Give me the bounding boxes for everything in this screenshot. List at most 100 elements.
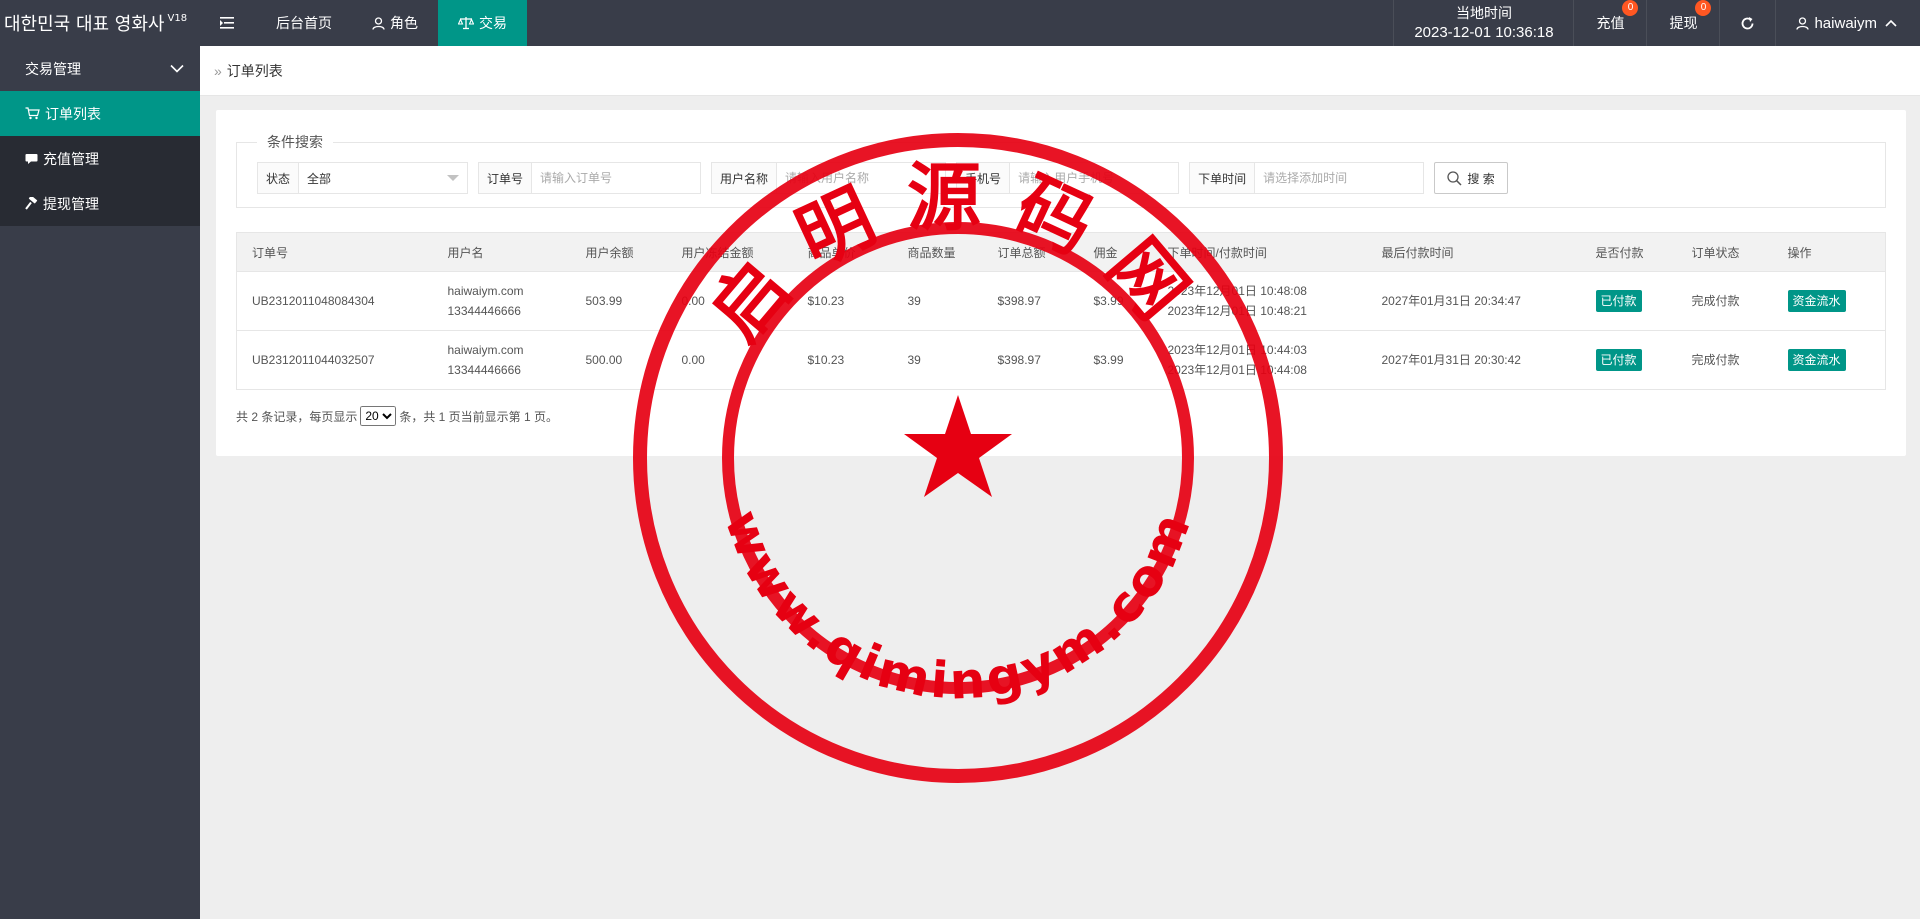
fund-flow-button[interactable]: 资金流水 <box>1787 349 1846 371</box>
search-button[interactable]: 搜 索 <box>1434 162 1509 194</box>
page-size-select[interactable]: 20 <box>360 406 397 426</box>
col-pay-status: 是否付款 <box>1580 232 1677 272</box>
breadcrumb-separator: » <box>214 62 222 79</box>
status-select[interactable]: 状态 全部 <box>257 162 469 194</box>
breadcrumb-current[interactable]: 订单列表 <box>227 61 283 81</box>
pagination: 共 2 条记录，每页显示 20 条，共 1 页当前显示第 1 页。 <box>236 406 558 426</box>
col-price: 商品单价 <box>792 232 893 272</box>
username-label: 用户名称 <box>712 163 778 193</box>
comment-icon <box>25 153 38 164</box>
sidebar-item-recharge[interactable]: 充值管理 <box>0 136 200 181</box>
username-input[interactable] <box>777 163 946 193</box>
sidebar-toggle-button[interactable] <box>200 0 256 46</box>
table-row: UB2312011044032507 haiwaiym.com 133444466… <box>236 330 1886 390</box>
search-panel: 条件搜索 状态 全部 订单号 用户名称 手 <box>236 132 1886 208</box>
nav-trade[interactable]: 交易 <box>438 0 527 46</box>
nav-trade-label: 交易 <box>479 15 507 31</box>
pagination-suffix: 条，共 1 页当前显示第 1 页。 <box>399 409 559 424</box>
cell-order-status: 完成付款 <box>1676 271 1773 331</box>
top-header: 대한민국 대표 영화사 V18 后台首页 角色 交易 当地时间 2023-12-0… <box>0 0 1920 46</box>
cell-username: haiwaiym.com <box>447 343 524 357</box>
order-no-label: 订单号 <box>479 163 533 193</box>
col-qty: 商品数量 <box>892 232 983 272</box>
user-menu[interactable]: haiwaiym <box>1775 0 1920 46</box>
search-icon <box>1447 170 1462 186</box>
sidebar: 交易管理 订单列表 充值管理 提现管理 <box>0 46 200 919</box>
order-time-input[interactable] <box>1255 163 1424 193</box>
cell-created: 2023年12月01日 10:48:08 <box>1167 284 1307 298</box>
withdraw-badge: 0 <box>1695 0 1712 16</box>
status-label: 状态 <box>258 163 300 193</box>
cell-price: $10.23 <box>792 330 893 390</box>
nav-role[interactable]: 角色 <box>352 0 438 46</box>
phone-input[interactable] <box>1010 163 1179 193</box>
col-total: 订单总额 <box>982 232 1079 272</box>
table-row: UB2312011048084304 haiwaiym.com 133444466… <box>236 271 1886 331</box>
cell-order-no: UB2312011048084304 <box>236 271 433 331</box>
cell-user: haiwaiym.com 13344446666 <box>432 330 571 390</box>
chevron-up-icon <box>1885 19 1897 27</box>
user-icon <box>1796 16 1810 30</box>
cell-last-pay: 2027年01月31日 20:30:42 <box>1366 330 1581 390</box>
brand-version: V18 <box>167 12 188 24</box>
cell-phone: 13344446666 <box>447 304 521 318</box>
local-time-label: 当地时间 <box>1455 5 1512 21</box>
cell-phone: 13344446666 <box>447 363 521 377</box>
col-frozen: 用户冻结金额 <box>666 232 793 272</box>
cell-paid: 2023年12月01日 10:44:08 <box>1167 363 1307 377</box>
order-time-field: 下单时间 <box>1189 162 1425 194</box>
cell-balance: 503.99 <box>570 271 667 331</box>
brand-logo[interactable]: 대한민국 대표 영화사 V18 <box>0 0 200 46</box>
col-order-no: 订单号 <box>236 232 433 272</box>
menu-collapse-icon <box>220 17 234 29</box>
paid-badge: 已付款 <box>1595 290 1642 312</box>
scale-icon <box>458 17 474 30</box>
order-no-field: 订单号 <box>478 162 702 194</box>
username: haiwaiym <box>1814 14 1877 32</box>
col-action: 操作 <box>1772 232 1886 272</box>
sidebar-item-label: 充值管理 <box>43 150 99 167</box>
cart-icon <box>25 107 40 120</box>
search-button-label: 搜 索 <box>1467 171 1495 186</box>
cell-user: haiwaiym.com 13344446666 <box>432 271 571 331</box>
cell-action: 资金流水 <box>1772 271 1886 331</box>
cell-paid: 2023年12月01日 10:48:21 <box>1167 304 1307 318</box>
hammer-icon <box>25 197 38 210</box>
withdraw-label: 提现 <box>1669 15 1698 31</box>
sidebar-group-trade[interactable]: 交易管理 <box>0 46 200 91</box>
main-content: » 订单列表 条件搜索 状态 全部 订单号 用户名称 <box>200 46 1920 919</box>
local-time: 当地时间 2023-12-01 10:36:18 <box>1393 0 1573 46</box>
username-field: 用户名称 <box>711 162 947 194</box>
sidebar-item-label: 订单列表 <box>45 105 101 122</box>
user-icon <box>372 16 385 30</box>
refresh-button[interactable] <box>1719 0 1775 46</box>
cell-pay-status: 已付款 <box>1580 330 1677 390</box>
cell-price: $10.23 <box>792 271 893 331</box>
search-legend: 条件搜索 <box>267 134 323 150</box>
cell-times: 2023年12月01日 10:48:08 2023年12月01日 10:48:21 <box>1152 271 1367 331</box>
withdraw-button[interactable]: 提现 0 <box>1646 0 1719 46</box>
col-commission: 佣金 <box>1078 232 1153 272</box>
breadcrumb: » 订单列表 <box>200 46 1920 96</box>
fund-flow-button[interactable]: 资金流水 <box>1787 290 1846 312</box>
cell-total: $398.97 <box>982 271 1079 331</box>
local-time-value: 2023-12-01 10:36:18 <box>1414 24 1554 41</box>
order-no-input[interactable] <box>532 163 701 193</box>
sidebar-item-orders[interactable]: 订单列表 <box>0 91 200 136</box>
cell-pay-status: 已付款 <box>1580 271 1677 331</box>
col-last-pay: 最后付款时间 <box>1366 232 1581 272</box>
cell-last-pay: 2027年01月31日 20:34:47 <box>1366 271 1581 331</box>
nav-home-label: 后台首页 <box>276 15 332 31</box>
refresh-icon <box>1742 16 1754 29</box>
cell-order-status: 完成付款 <box>1676 330 1773 390</box>
sidebar-item-withdraw[interactable]: 提现管理 <box>0 181 200 226</box>
status-value: 全部 <box>307 171 332 186</box>
phone-label: 手机号 <box>957 163 1011 193</box>
sidebar-submenu: 订单列表 充值管理 提现管理 <box>0 91 200 226</box>
nav-home[interactable]: 后台首页 <box>256 0 352 46</box>
cell-qty: 39 <box>892 271 983 331</box>
recharge-button[interactable]: 充值 0 <box>1573 0 1646 46</box>
phone-field: 手机号 <box>956 162 1180 194</box>
col-order-status: 订单状态 <box>1676 232 1773 272</box>
col-created-paid: 下单时间/付款时间 <box>1152 232 1367 272</box>
